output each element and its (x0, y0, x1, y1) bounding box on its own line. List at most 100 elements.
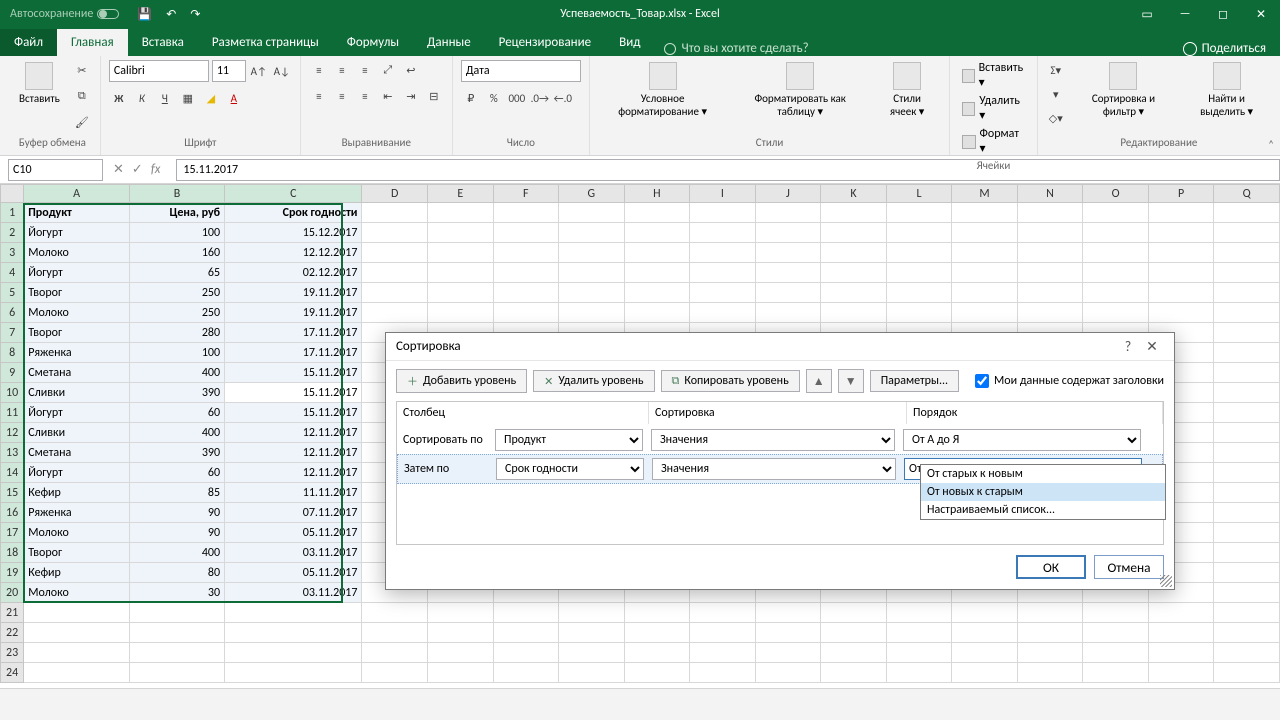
cell-E3[interactable] (428, 243, 494, 263)
cell-J3[interactable] (755, 243, 821, 263)
increase-decimal-icon[interactable]: .0→ (530, 88, 550, 108)
cell-H24[interactable] (624, 663, 690, 683)
cell-B14[interactable]: 60 (129, 463, 224, 483)
cell-K21[interactable] (821, 603, 887, 623)
cell-I5[interactable] (690, 283, 756, 303)
cell-J6[interactable] (755, 303, 821, 323)
decrease-decimal-icon[interactable]: ←.0 (553, 88, 573, 108)
cell-B1[interactable]: Цена, руб (129, 203, 224, 223)
cell-E6[interactable] (428, 303, 494, 323)
tab-file[interactable]: Файл (0, 29, 57, 56)
cell-Q14[interactable] (1214, 463, 1280, 483)
cell-D23[interactable] (362, 643, 428, 663)
cell-Q21[interactable] (1214, 603, 1280, 623)
cell-M3[interactable] (952, 243, 1018, 263)
row-header-22[interactable]: 22 (1, 623, 24, 643)
cell-K2[interactable] (821, 223, 887, 243)
cell-Q22[interactable] (1214, 623, 1280, 643)
cell-Q13[interactable] (1214, 443, 1280, 463)
cell-Q9[interactable] (1214, 363, 1280, 383)
column-header-C[interactable]: C (225, 185, 362, 203)
cell-F22[interactable] (493, 623, 559, 643)
select-all-corner[interactable] (1, 185, 24, 203)
cell-P23[interactable] (1148, 643, 1214, 663)
cell-A13[interactable]: Сметана (24, 443, 130, 463)
cell-H3[interactable] (624, 243, 690, 263)
cell-C7[interactable]: 17.11.2017 (225, 323, 362, 343)
cell-I6[interactable] (690, 303, 756, 323)
cell-L3[interactable] (886, 243, 952, 263)
align-middle-icon[interactable]: ≡ (332, 60, 352, 80)
tab-home[interactable]: Главная (57, 29, 128, 56)
cell-M2[interactable] (952, 223, 1018, 243)
tab-formulas[interactable]: Формулы (333, 29, 413, 56)
cell-E21[interactable] (428, 603, 494, 623)
cell-D5[interactable] (362, 283, 428, 303)
cell-B9[interactable]: 400 (129, 363, 224, 383)
cell-A23[interactable] (24, 643, 130, 663)
fill-color-icon[interactable]: ◢ (201, 88, 221, 108)
toggle-switch-icon[interactable] (97, 9, 119, 19)
cell-L6[interactable] (886, 303, 952, 323)
cell-L24[interactable] (886, 663, 952, 683)
row-header-8[interactable]: 8 (1, 343, 24, 363)
cell-G1[interactable] (559, 203, 625, 223)
close-button[interactable]: ✕ (1242, 0, 1280, 28)
cell-C1[interactable]: Срок годности (225, 203, 362, 223)
cell-Q24[interactable] (1214, 663, 1280, 683)
cell-A7[interactable]: Творог (24, 323, 130, 343)
row-header-23[interactable]: 23 (1, 643, 24, 663)
cell-J4[interactable] (755, 263, 821, 283)
cell-O5[interactable] (1083, 283, 1149, 303)
cell-C10[interactable]: 15.11.2017 (225, 383, 362, 403)
cancel-formula-icon[interactable]: ✕ (113, 162, 124, 177)
cell-C13[interactable]: 12.11.2017 (225, 443, 362, 463)
row-header-16[interactable]: 16 (1, 503, 24, 523)
cell-K1[interactable] (821, 203, 887, 223)
maximize-button[interactable]: ◻ (1204, 0, 1242, 28)
cell-P3[interactable] (1148, 243, 1214, 263)
row-header-19[interactable]: 19 (1, 563, 24, 583)
cell-L21[interactable] (886, 603, 952, 623)
cell-E5[interactable] (428, 283, 494, 303)
format-painter-icon[interactable]: 🖌 (72, 112, 92, 132)
cell-Q12[interactable] (1214, 423, 1280, 443)
cell-C23[interactable] (225, 643, 362, 663)
fx-icon[interactable]: fx (151, 162, 161, 177)
cell-C14[interactable]: 12.11.2017 (225, 463, 362, 483)
cell-O4[interactable] (1083, 263, 1149, 283)
cell-N22[interactable] (1017, 623, 1083, 643)
cell-K5[interactable] (821, 283, 887, 303)
name-box[interactable]: C10 (8, 159, 103, 181)
borders-icon[interactable]: ▦ (178, 88, 198, 108)
cell-A9[interactable]: Сметана (24, 363, 130, 383)
row-header-24[interactable]: 24 (1, 663, 24, 683)
decrease-indent-icon[interactable]: ⇤ (378, 86, 398, 106)
cell-Q3[interactable] (1214, 243, 1280, 263)
cell-A5[interactable]: Творог (24, 283, 130, 303)
cell-E24[interactable] (428, 663, 494, 683)
undo-icon[interactable]: ↶ (166, 7, 176, 22)
cell-O23[interactable] (1083, 643, 1149, 663)
move-up-button[interactable]: ▲ (806, 369, 832, 393)
cell-A18[interactable]: Творог (24, 543, 130, 563)
cell-B4[interactable]: 65 (129, 263, 224, 283)
percent-format-icon[interactable]: % (484, 88, 504, 108)
tab-data[interactable]: Данные (413, 29, 485, 56)
cell-B8[interactable]: 100 (129, 343, 224, 363)
row-header-18[interactable]: 18 (1, 543, 24, 563)
accounting-format-icon[interactable]: ₽ (461, 88, 481, 108)
cell-B18[interactable]: 400 (129, 543, 224, 563)
ribbon-options-icon[interactable]: ▭ (1128, 0, 1166, 28)
cell-I24[interactable] (690, 663, 756, 683)
cell-N23[interactable] (1017, 643, 1083, 663)
cell-J24[interactable] (755, 663, 821, 683)
align-bottom-icon[interactable]: ≡ (355, 60, 375, 80)
cell-L1[interactable] (886, 203, 952, 223)
add-level-button[interactable]: ＋Добавить уровень (396, 369, 527, 393)
column-header-N[interactable]: N (1017, 185, 1083, 203)
cell-A21[interactable] (24, 603, 130, 623)
cell-G22[interactable] (559, 623, 625, 643)
cell-B2[interactable]: 100 (129, 223, 224, 243)
cell-A22[interactable] (24, 623, 130, 643)
